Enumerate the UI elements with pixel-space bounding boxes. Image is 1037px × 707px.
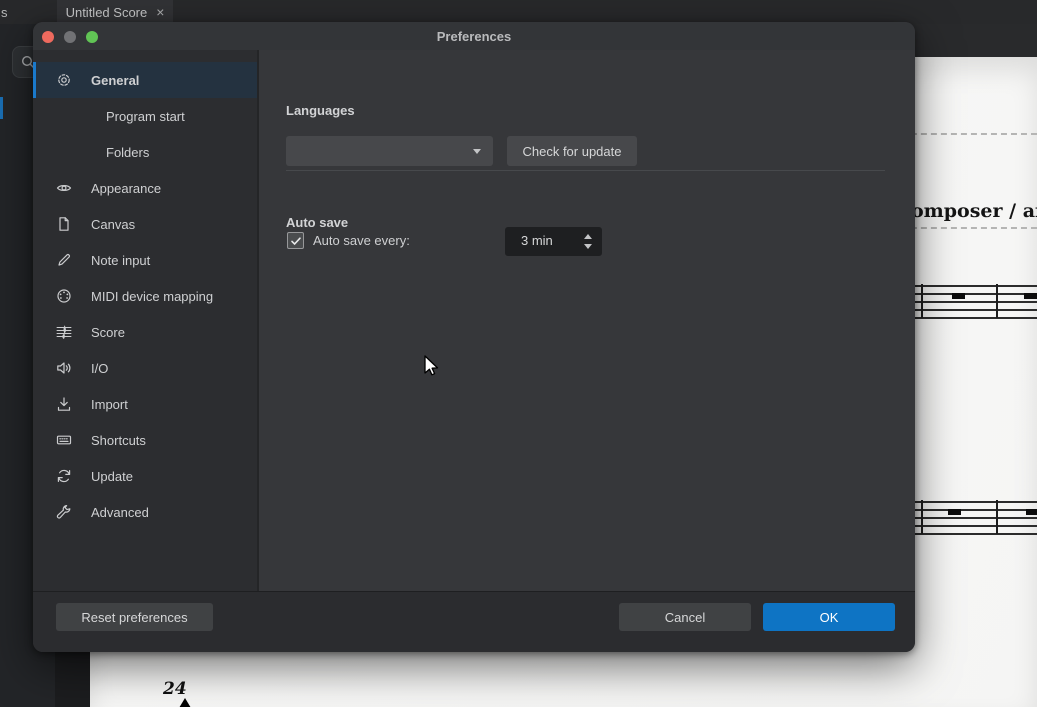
tab-title: Untitled Score bbox=[66, 5, 148, 20]
checkmark-icon bbox=[290, 235, 302, 247]
clipped-toolbar-text: s bbox=[1, 5, 8, 20]
sidebar-item-program-start[interactable]: Program start bbox=[33, 98, 257, 134]
autosave-heading: Auto save bbox=[286, 215, 348, 230]
sidebar-item-midi-device-mapping[interactable]: MIDI device mapping bbox=[33, 278, 257, 314]
speaker-icon bbox=[56, 360, 72, 376]
mouse-cursor bbox=[423, 355, 443, 379]
sidebar-item-folders[interactable]: Folders bbox=[33, 134, 257, 170]
reset-preferences-button[interactable]: Reset preferences bbox=[56, 603, 213, 631]
whole-rest[interactable] bbox=[1024, 293, 1037, 299]
language-dropdown[interactable] bbox=[286, 136, 493, 166]
whole-rest[interactable] bbox=[1026, 509, 1037, 515]
pencil-icon bbox=[56, 252, 72, 268]
composer-placeholder-text[interactable]: omposer / arran bbox=[911, 200, 1037, 222]
preferences-dialog: Preferences General Program start Folder… bbox=[33, 22, 915, 652]
sidebar-item-appearance[interactable]: Appearance bbox=[33, 170, 257, 206]
sidebar-item-shortcuts[interactable]: Shortcuts bbox=[33, 422, 257, 458]
sidebar-item-advanced[interactable]: Advanced bbox=[33, 494, 257, 530]
barline bbox=[921, 284, 923, 318]
measure-number: 24 bbox=[163, 679, 187, 699]
barline bbox=[921, 500, 923, 534]
autosave-label: Auto save every: bbox=[313, 233, 410, 248]
languages-heading: Languages bbox=[286, 103, 355, 118]
preferences-sidebar: General Program start Folders Appearance… bbox=[33, 50, 257, 591]
dialog-footer: Reset preferences Cancel OK bbox=[33, 591, 915, 652]
autosave-interval-value: 3 min bbox=[521, 233, 553, 248]
note-tip-shape bbox=[179, 698, 191, 707]
palette-accent-bar bbox=[0, 97, 3, 119]
midi-icon bbox=[56, 288, 72, 304]
cancel-button[interactable]: Cancel bbox=[619, 603, 751, 631]
autosave-checkbox[interactable] bbox=[287, 232, 304, 249]
dialog-title: Preferences bbox=[33, 22, 915, 50]
whole-rest[interactable] bbox=[952, 293, 965, 299]
wrench-icon bbox=[56, 504, 72, 520]
sidebar-item-update[interactable]: Update bbox=[33, 458, 257, 494]
selected-accent-bar bbox=[33, 62, 36, 98]
autosave-interval-spinner[interactable]: 3 min bbox=[505, 227, 602, 256]
dialog-title-bar[interactable]: Preferences bbox=[33, 22, 915, 50]
sidebar-item-general[interactable]: General bbox=[33, 62, 257, 98]
barline bbox=[996, 284, 998, 318]
spinner-up-icon[interactable] bbox=[584, 234, 592, 239]
sidebar-item-import[interactable]: Import bbox=[33, 386, 257, 422]
sidebar-item-canvas[interactable]: Canvas bbox=[33, 206, 257, 242]
preferences-main-panel: Languages Check for update Auto save Aut… bbox=[259, 50, 915, 591]
tab-close-icon[interactable]: × bbox=[156, 4, 164, 20]
ok-button[interactable]: OK bbox=[763, 603, 895, 631]
check-for-update-button[interactable]: Check for update bbox=[507, 136, 637, 166]
gear-icon bbox=[56, 72, 72, 88]
barline bbox=[996, 500, 998, 534]
download-icon bbox=[56, 396, 72, 412]
section-divider bbox=[286, 170, 885, 171]
tab-untitled-score[interactable]: Untitled Score × bbox=[57, 0, 173, 24]
whole-rest[interactable] bbox=[948, 509, 961, 515]
keyboard-icon bbox=[56, 432, 72, 448]
file-icon bbox=[56, 216, 72, 232]
tab-bar: s Untitled Score × bbox=[0, 0, 1037, 24]
sidebar-item-io[interactable]: I/O bbox=[33, 350, 257, 386]
spinner-down-icon[interactable] bbox=[584, 244, 592, 249]
sidebar-item-note-input[interactable]: Note input bbox=[33, 242, 257, 278]
sidebar-item-score[interactable]: Score bbox=[33, 314, 257, 350]
eye-icon bbox=[56, 180, 72, 196]
refresh-icon bbox=[56, 468, 72, 484]
clef-icon bbox=[56, 324, 72, 340]
chevron-down-icon bbox=[473, 149, 481, 154]
